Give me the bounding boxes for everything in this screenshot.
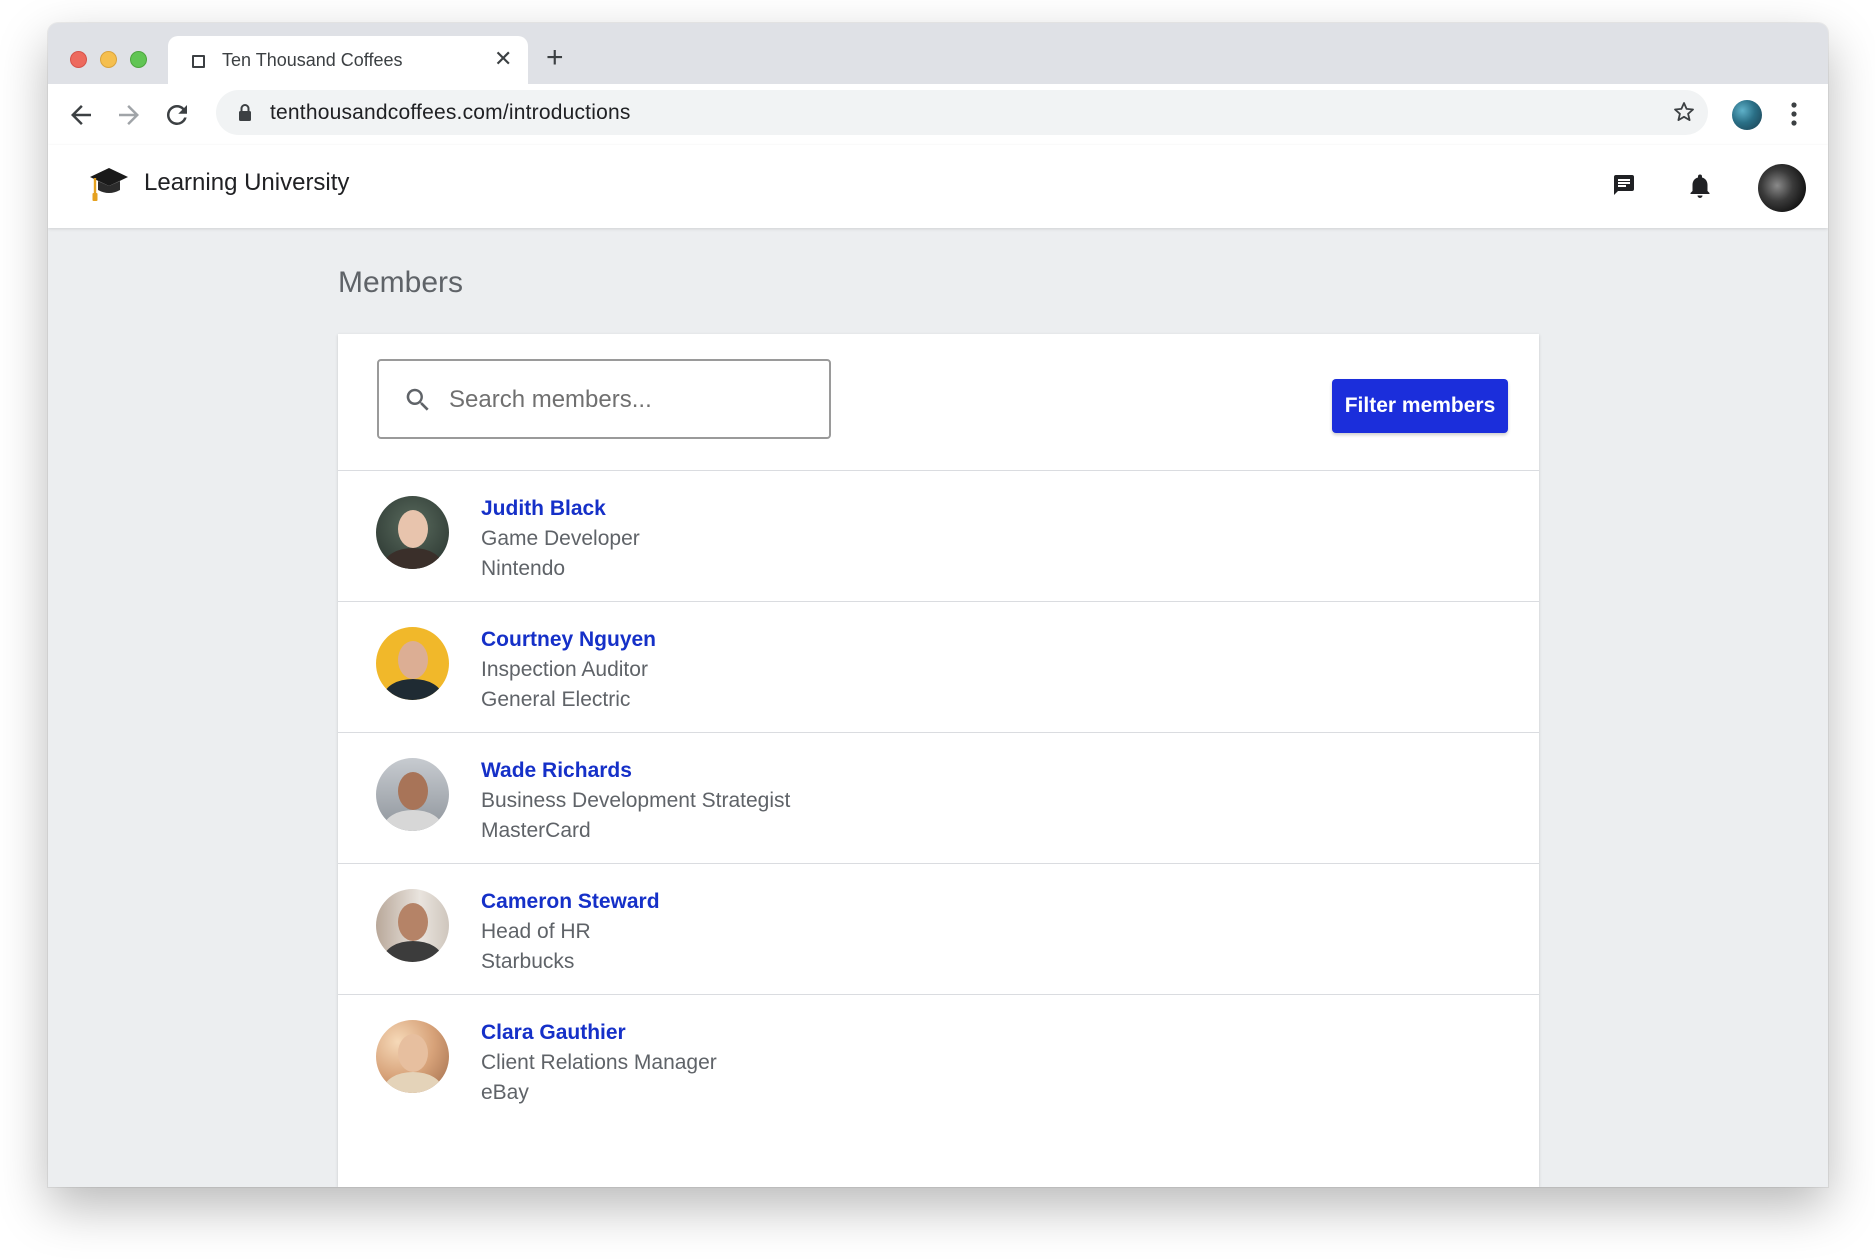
member-title: Game Developer (481, 527, 640, 550)
member-name-link[interactable]: Courtney Nguyen (481, 628, 656, 652)
member-company: Starbucks (481, 950, 575, 973)
tab-strip: Ten Thousand Coffees ✕ + (48, 23, 1828, 84)
lock-icon (239, 104, 251, 121)
member-avatar[interactable] (376, 889, 449, 962)
page-title: Members (338, 266, 464, 299)
url-text: tenthousandcoffees.com/introductions (270, 101, 631, 124)
app-header: Learning University (48, 145, 1828, 228)
graduation-cap-icon[interactable] (88, 164, 130, 204)
bell-icon[interactable] (1688, 173, 1712, 199)
member-title: Business Development Strategist (481, 789, 791, 812)
more-options-icon[interactable] (1790, 99, 1798, 129)
browser-toolbar: tenthousandcoffees.com/introductions (48, 84, 1828, 145)
member-avatar[interactable] (376, 1020, 449, 1093)
member-row: Wade Richards Business Development Strat… (338, 733, 1539, 864)
member-avatar[interactable] (376, 758, 449, 831)
member-name-link[interactable]: Wade Richards (481, 759, 632, 783)
tab-title: Ten Thousand Coffees (222, 50, 403, 70)
member-name-link[interactable]: Cameron Steward (481, 890, 660, 914)
search-icon (406, 388, 429, 411)
browser-window: Ten Thousand Coffees ✕ + tenthousandcoff… (48, 23, 1828, 1187)
member-title: Client Relations Manager (481, 1051, 717, 1074)
member-row: Courtney Nguyen Inspection Auditor Gener… (338, 602, 1539, 733)
org-name: Learning University (144, 169, 350, 196)
member-company: General Electric (481, 688, 631, 711)
member-title: Inspection Auditor (481, 658, 648, 681)
forward-arrow-icon[interactable] (114, 100, 144, 130)
maximize-window-button[interactable] (130, 51, 147, 68)
user-avatar[interactable] (1758, 164, 1806, 212)
member-company: Nintendo (481, 557, 566, 580)
member-name-link[interactable]: Clara Gauthier (481, 1021, 626, 1045)
member-row: Clara Gauthier Client Relations Manager … (338, 995, 1539, 1126)
back-arrow-icon[interactable] (66, 100, 96, 130)
chat-icon[interactable] (1612, 173, 1636, 197)
close-window-button[interactable] (70, 51, 87, 68)
browser-tab[interactable]: Ten Thousand Coffees ✕ (168, 36, 528, 84)
member-title: Head of HR (481, 920, 591, 943)
page-favicon-icon (192, 55, 205, 68)
member-row: Cameron Steward Head of HR Starbucks (338, 864, 1539, 995)
browser-profile-avatar[interactable] (1732, 100, 1762, 130)
member-name-link[interactable]: Judith Black (481, 497, 606, 521)
minimize-window-button[interactable] (100, 51, 117, 68)
members-card: Filter members Judith Black Game Develop… (338, 334, 1539, 1187)
member-company: eBay (481, 1081, 529, 1104)
search-input[interactable] (447, 381, 811, 419)
address-bar[interactable]: tenthousandcoffees.com/introductions (216, 90, 1708, 135)
new-tab-icon[interactable]: + (546, 43, 564, 73)
search-box (377, 359, 831, 439)
tab-close-icon[interactable]: ✕ (494, 46, 512, 72)
member-company: MasterCard (481, 819, 591, 842)
reload-icon[interactable] (162, 100, 192, 130)
member-row: Judith Black Game Developer Nintendo (338, 471, 1539, 602)
member-avatar[interactable] (376, 627, 449, 700)
filter-members-button[interactable]: Filter members (1332, 379, 1508, 433)
bookmark-star-icon[interactable] (1672, 100, 1696, 124)
members-list: Judith Black Game Developer Nintendo Cou… (338, 470, 1539, 1126)
member-avatar[interactable] (376, 496, 449, 569)
